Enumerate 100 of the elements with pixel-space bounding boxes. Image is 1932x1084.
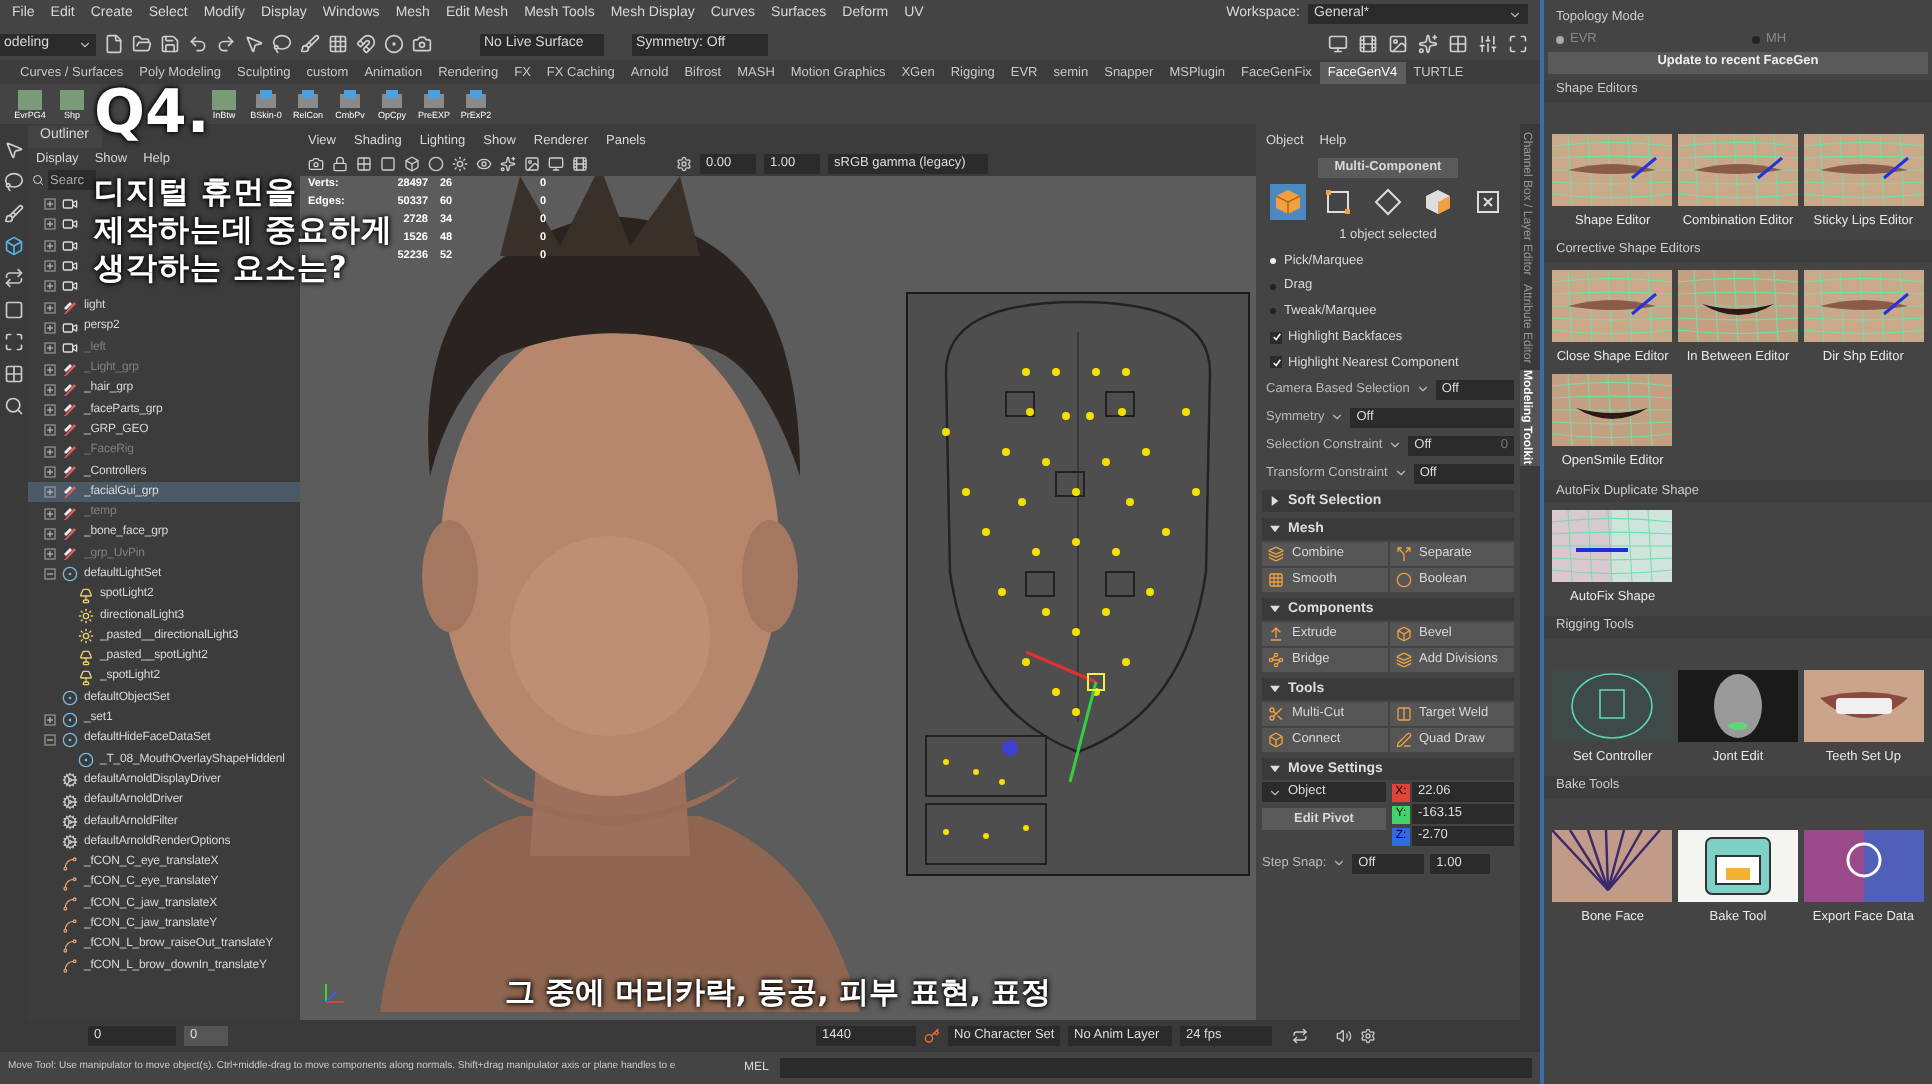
film-icon[interactable] <box>572 156 588 172</box>
magnet-icon[interactable] <box>356 34 376 54</box>
tool-icon <box>254 89 278 109</box>
curve-icon <box>62 937 78 954</box>
camera-icon[interactable] <box>412 34 432 54</box>
sliders-icon[interactable] <box>1478 34 1498 54</box>
cube-icon[interactable] <box>404 156 420 172</box>
settings-icon[interactable] <box>676 156 692 172</box>
cube-icon[interactable] <box>4 236 24 256</box>
selection-mode-button[interactable] <box>1269 183 1306 220</box>
expand-icon[interactable] <box>44 280 56 293</box>
grid-icon <box>1268 572 1284 589</box>
cube-icon <box>1268 732 1284 749</box>
square-icon[interactable] <box>380 156 396 172</box>
gear-icon <box>62 834 78 851</box>
monitor-icon[interactable] <box>548 156 564 172</box>
redo-icon[interactable] <box>216 34 236 54</box>
scale-icon[interactable] <box>4 332 24 352</box>
monitor-icon[interactable] <box>1328 34 1348 54</box>
expand-icon[interactable] <box>44 342 56 355</box>
arrow-up-icon <box>1268 626 1284 643</box>
camera-icon <box>62 258 78 275</box>
camera-icon <box>62 216 78 233</box>
expand-icon[interactable] <box>44 404 56 417</box>
caret-icon <box>1332 856 1347 871</box>
image-icon[interactable] <box>524 156 540 172</box>
expand-icon[interactable] <box>44 713 56 726</box>
caret-icon <box>78 37 92 51</box>
expand-icon[interactable] <box>44 548 56 561</box>
spotlight-icon <box>78 669 94 686</box>
settings-icon[interactable] <box>1360 1028 1376 1044</box>
expand-icon[interactable] <box>44 486 56 499</box>
spotlight-icon <box>78 649 94 666</box>
film-icon[interactable] <box>1358 34 1378 54</box>
camera-icon[interactable] <box>308 156 324 172</box>
layout-icon[interactable] <box>4 364 24 384</box>
expand-icon[interactable] <box>44 424 56 437</box>
speaker-icon[interactable] <box>1336 1028 1352 1044</box>
expand-icon[interactable] <box>44 445 56 458</box>
grid-icon[interactable] <box>328 34 348 54</box>
expand-icon[interactable] <box>44 383 56 396</box>
save-icon[interactable] <box>160 34 180 54</box>
target-icon[interactable] <box>384 34 404 54</box>
expand-icon[interactable] <box>44 239 56 252</box>
square-icon <box>1323 187 1352 216</box>
search-icon[interactable] <box>4 396 24 416</box>
file-icon[interactable] <box>104 34 124 54</box>
collapse-icon[interactable] <box>44 568 56 581</box>
cursor-icon[interactable] <box>4 140 24 160</box>
loop-icon[interactable] <box>1292 1028 1308 1044</box>
lasso-icon[interactable] <box>4 172 24 192</box>
expand-icon[interactable] <box>44 321 56 334</box>
grid-icon[interactable] <box>1448 34 1468 54</box>
square-icon[interactable] <box>4 300 24 320</box>
expand-icon[interactable] <box>44 527 56 540</box>
cursor-icon[interactable] <box>244 34 264 54</box>
transform-icon <box>62 505 78 522</box>
transform-icon <box>62 484 78 501</box>
transform-icon <box>62 381 78 398</box>
brush-icon[interactable] <box>4 204 24 224</box>
search-icon <box>32 174 44 186</box>
expand-icon[interactable] <box>44 260 56 273</box>
transform-icon <box>62 546 78 563</box>
camera-icon <box>62 340 78 357</box>
collapse-arrow-icon <box>1270 524 1280 535</box>
key-icon[interactable] <box>924 1028 940 1044</box>
light-icon <box>78 628 94 645</box>
grid-icon[interactable] <box>356 156 372 172</box>
expand-icon[interactable] <box>44 198 56 211</box>
tile-icon <box>18 89 42 109</box>
maximize-icon[interactable] <box>1508 34 1528 54</box>
collapse-icon[interactable] <box>44 733 56 746</box>
light-icon[interactable] <box>452 156 468 172</box>
expand-icon[interactable] <box>44 363 56 376</box>
rotate-icon[interactable] <box>4 268 24 288</box>
caret-icon <box>1268 785 1282 800</box>
tile-icon <box>60 89 84 109</box>
selection-mode-button[interactable] <box>1369 183 1406 220</box>
command-line-field[interactable] <box>780 1058 1532 1078</box>
sparkles-icon[interactable] <box>500 156 516 172</box>
expand-icon[interactable] <box>44 507 56 520</box>
curve-icon <box>62 958 78 975</box>
eye-icon[interactable] <box>476 156 492 172</box>
image-icon[interactable] <box>1388 34 1408 54</box>
gear-icon <box>62 793 78 810</box>
camera-icon <box>62 319 78 336</box>
lock-icon[interactable] <box>332 156 348 172</box>
sphere-icon[interactable] <box>428 156 444 172</box>
curve-icon <box>62 917 78 934</box>
expand-icon[interactable] <box>44 218 56 231</box>
curve-icon <box>62 855 78 872</box>
folder-icon[interactable] <box>132 34 152 54</box>
expand-icon[interactable] <box>44 466 56 478</box>
light-icon <box>78 608 94 625</box>
lasso-icon[interactable] <box>272 34 292 54</box>
brush-icon[interactable] <box>300 34 320 54</box>
expand-icon[interactable] <box>44 301 56 314</box>
curve-icon <box>62 896 78 913</box>
sparkles-icon[interactable] <box>1418 34 1438 54</box>
undo-icon[interactable] <box>188 34 208 54</box>
